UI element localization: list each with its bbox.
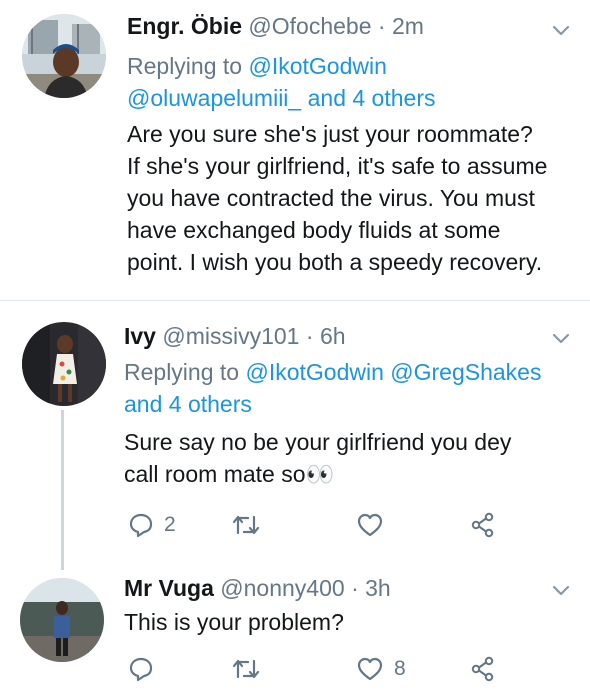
tweet-text-line: If she's your girlfriend, it's safe to a… [127, 153, 548, 179]
mention-link[interactable]: @GregShakes [390, 359, 541, 385]
timestamp[interactable]: 2m [392, 13, 424, 39]
chevron-down-icon[interactable] [551, 584, 571, 598]
tweet-1[interactable]: Engr. Öbie @Ofochebe · 2m Replying to @I… [0, 0, 590, 298]
separator: · [305, 323, 314, 349]
tweet-text-line: Sure say no be your girlfriend you dey [124, 429, 512, 455]
tweet-text-line: point. I wish you both a speedy recovery… [127, 249, 543, 275]
retweet-icon [232, 659, 260, 679]
divider [0, 300, 590, 301]
share-icon [471, 656, 494, 682]
replying-prefix: Replying to [127, 53, 243, 79]
tweet-text: Sure say no be your girlfriend you dey c… [124, 426, 579, 490]
reply-icon [129, 657, 153, 682]
mention-link[interactable]: @oluwapelumiii_ [127, 85, 301, 111]
display-name[interactable]: Ivy [124, 323, 156, 349]
share-button[interactable] [470, 508, 496, 542]
share-button[interactable] [470, 652, 496, 686]
display-name[interactable]: Mr Vuga [124, 575, 214, 601]
like-count: 8 [394, 657, 406, 680]
chevron-down-icon[interactable] [551, 24, 571, 38]
handle[interactable]: @Ofochebe [248, 13, 371, 39]
chevron-down-icon[interactable] [551, 332, 571, 346]
tweet-header: Mr Vuga @nonny400 · 3h [124, 574, 391, 602]
retweet-button[interactable] [232, 652, 270, 686]
replying-to: Replying to @IkotGodwin @oluwapelumiii_ … [127, 50, 577, 114]
tweet-text-line: you have contracted the virus. You must [127, 185, 535, 211]
tweet-header: Ivy @missivy101 · 6h [124, 322, 346, 350]
like-icon [357, 657, 383, 681]
tweet-text: Are you sure she's just your roommate? I… [127, 118, 582, 278]
timestamp[interactable]: 6h [320, 323, 346, 349]
retweet-icon [232, 515, 260, 535]
thread-line [61, 410, 64, 570]
like-icon [357, 513, 383, 537]
tweet-3[interactable]: Mr Vuga @nonny400 · 3h This is your prob… [0, 566, 590, 696]
replying-prefix: Replying to [124, 359, 240, 385]
tweet-2[interactable]: Ivy @missivy101 · 6h Replying to @IkotGo… [0, 302, 590, 570]
tweet-actions: 8 [124, 652, 590, 686]
tweet-text: This is your problem? [124, 606, 579, 638]
reply-button[interactable]: 2 [128, 508, 176, 542]
avatar[interactable] [22, 14, 106, 98]
share-icon [471, 512, 494, 538]
reply-count: 2 [164, 513, 176, 536]
handle[interactable]: @missivy101 [162, 323, 299, 349]
timestamp[interactable]: 3h [365, 575, 391, 601]
tweet-text-line: This is your problem? [124, 609, 344, 635]
handle[interactable]: @nonny400 [220, 575, 344, 601]
replying-and: and [307, 85, 346, 111]
mention-link[interactable]: @IkotGodwin [245, 359, 383, 385]
avatar[interactable] [20, 578, 104, 662]
tweet-text-line: call room mate so👀 [124, 461, 335, 487]
tweet-text-line: have exchanged body fluids at some [127, 217, 501, 243]
like-button[interactable] [356, 508, 394, 542]
replying-and: and [124, 391, 163, 417]
separator: · [377, 13, 386, 39]
others-link[interactable]: 4 others [169, 391, 252, 417]
display-name[interactable]: Engr. Öbie [127, 13, 242, 39]
tweet-actions: 2 [124, 508, 590, 542]
separator: · [351, 575, 359, 601]
tweet-header: Engr. Öbie @Ofochebe · 2m [127, 12, 424, 40]
mention-link[interactable]: @IkotGodwin [248, 53, 386, 79]
replying-to: Replying to @IkotGodwin @GregShakes and … [124, 356, 579, 420]
others-link[interactable]: 4 others [352, 85, 435, 111]
reply-button[interactable] [128, 652, 164, 686]
retweet-button[interactable] [232, 508, 270, 542]
reply-icon [129, 513, 153, 538]
tweet-text-line: Are you sure she's just your roommate? [127, 121, 533, 147]
like-button[interactable]: 8 [356, 652, 406, 686]
avatar[interactable] [22, 322, 106, 406]
